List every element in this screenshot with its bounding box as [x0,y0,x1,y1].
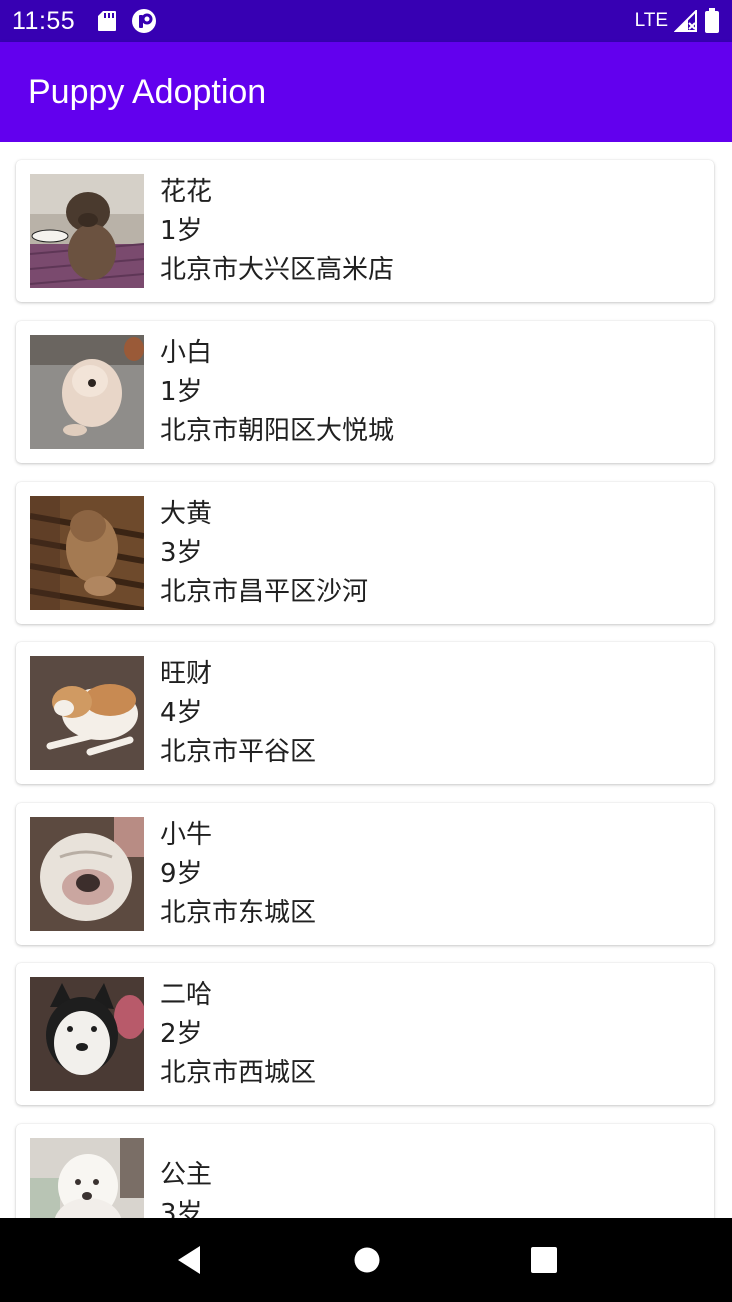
puppy-info: 旺财 4岁 北京市平谷区 [160,655,316,772]
notification-icons [97,8,157,34]
puppy-list[interactable]: 花花 1岁 北京市大兴区高米店 小白 1岁 北京市朝阳区大悦城 大黄 3岁 北京… [0,142,732,1218]
puppy-age: 2岁 [160,1018,203,1049]
back-icon[interactable] [174,1244,204,1276]
puppy-location: 北京市西城区 [160,1057,317,1088]
puppy-age: 1岁 [160,376,203,407]
puppy-name: 公主 [160,1160,213,1190]
puppy-info: 花花 1岁 北京市大兴区高米店 [160,173,394,290]
puppy-location: 北京市东城区 [160,897,317,928]
status-time: 11:55 [12,6,76,35]
status-bar: 11:55 LTE [0,0,732,42]
puppy-name: 小牛 [160,819,213,850]
puppy-info: 小牛 9岁 北京市东城区 [160,816,316,933]
puppy-info: 公主 3岁 [160,1156,212,1218]
puppy-card[interactable]: 二哈 2岁 北京市西城区 [16,963,714,1105]
puppy-location: 北京市平谷区 [160,736,317,767]
puppy-age: 1岁 [160,215,203,246]
puppy-name: 二哈 [160,979,213,1010]
puppy-photo [30,174,144,288]
network-type: LTE [634,10,668,31]
puppy-name: 小白 [160,337,213,368]
home-icon[interactable] [353,1246,381,1274]
puppy-name: 花花 [160,176,213,207]
puppy-card[interactable]: 公主 3岁 [16,1124,714,1218]
puppy-age: 3岁 [160,537,203,568]
puppy-info: 小白 1岁 北京市朝阳区大悦城 [160,334,394,451]
puppy-photo [30,335,144,449]
puppy-location: 北京市大兴区高米店 [160,254,395,285]
puppy-photo [30,656,144,770]
app-bar: Puppy Adoption [0,42,732,142]
puppy-card[interactable]: 小白 1岁 北京市朝阳区大悦城 [16,321,714,463]
puppy-photo [30,817,144,931]
battery-icon [705,8,719,33]
puppy-location: 北京市朝阳区大悦城 [160,415,395,446]
puppy-name: 大黄 [160,498,213,529]
app-title: Puppy Adoption [28,72,267,111]
puppy-card[interactable]: 小牛 9岁 北京市东城区 [16,803,714,945]
status-right: LTE [635,8,720,34]
puppy-location: 北京市昌平区沙河 [160,576,369,607]
puppy-info: 二哈 2岁 北京市西城区 [160,976,316,1093]
navigation-bar [0,1218,732,1302]
signal-icon [674,10,697,32]
recents-icon[interactable] [530,1246,558,1274]
puppy-name: 旺财 [160,658,213,689]
puppy-card[interactable]: 大黄 3岁 北京市昌平区沙河 [16,482,714,624]
puppy-age: 4岁 [160,697,203,728]
puppy-info: 大黄 3岁 北京市昌平区沙河 [160,495,368,612]
puppy-photo [30,977,144,1091]
puppy-photo [30,1138,144,1218]
puppy-card[interactable]: 旺财 4岁 北京市平谷区 [16,642,714,784]
puppy-card[interactable]: 花花 1岁 北京市大兴区高米店 [16,160,714,302]
puppy-age: 3岁 [160,1199,203,1218]
puppy-age: 9岁 [160,858,203,889]
puppy-photo [30,496,144,610]
app-notification-icon [132,9,157,33]
sd-card-icon [98,11,117,31]
